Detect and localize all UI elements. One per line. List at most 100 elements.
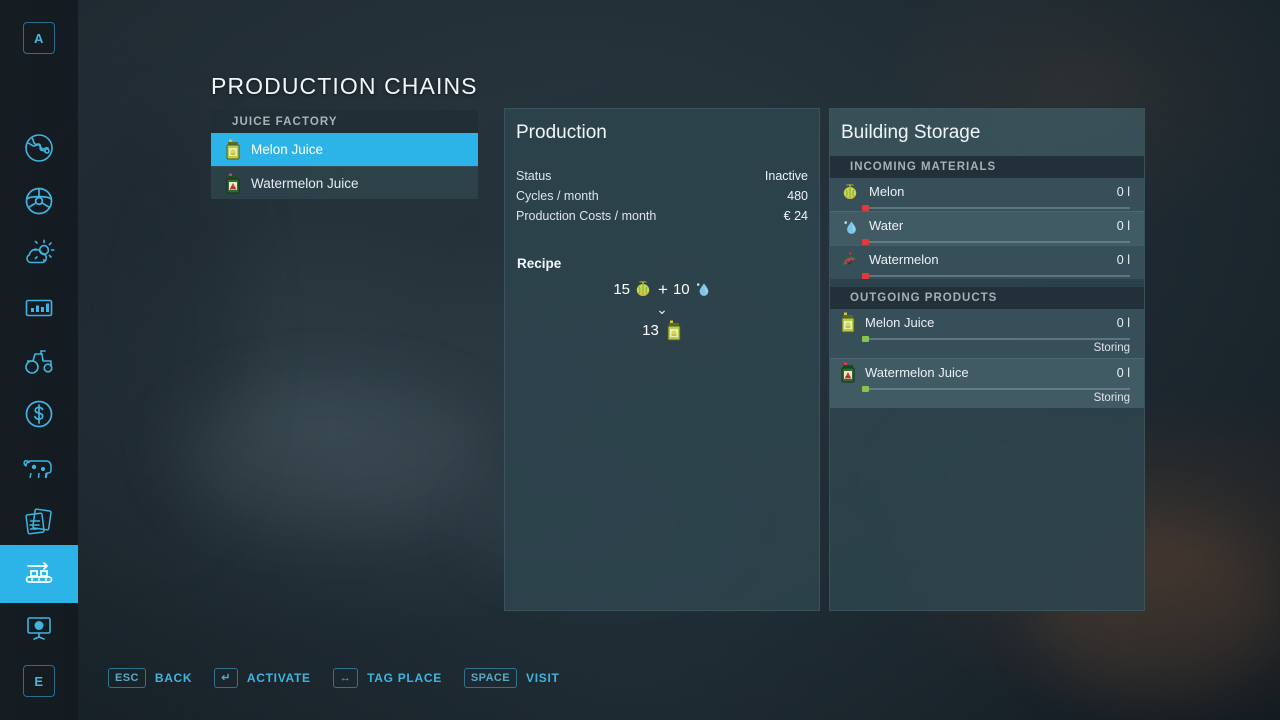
sidebar-item-vehicles[interactable] bbox=[0, 174, 78, 228]
space-key: SPACE bbox=[463, 668, 517, 688]
storage-item-name: Watermelon bbox=[869, 252, 939, 267]
presentation-screen-icon bbox=[20, 608, 58, 646]
sidebar-item-info[interactable] bbox=[0, 600, 78, 654]
production-stats-list: Status Inactive Cycles / month 480 Produ… bbox=[505, 166, 819, 226]
storage-item-water[interactable]: Water 0 l bbox=[830, 211, 1144, 245]
storage-fill-indicator bbox=[862, 386, 869, 392]
stat-label: Status bbox=[516, 169, 552, 183]
storage-item-name: Water bbox=[869, 218, 904, 233]
storage-fill-indicator bbox=[862, 239, 869, 245]
hint-activate[interactable]: ↵ ACTIVATE bbox=[214, 668, 310, 688]
production-conveyor-icon bbox=[20, 555, 58, 593]
hint-label: ACTIVATE bbox=[246, 671, 311, 685]
finances-dollar-icon bbox=[20, 395, 58, 433]
storage-item-amount: 0 l bbox=[1116, 218, 1130, 233]
storage-fill-bar bbox=[862, 239, 1130, 245]
recipe-inputs-line: 15 + 10 bbox=[505, 279, 819, 299]
storage-fill-indicator bbox=[862, 336, 869, 342]
stat-label: Cycles / month bbox=[516, 189, 599, 203]
storage-section-header-outgoing: OUTGOING PRODUCTS bbox=[830, 287, 1144, 309]
steering-wheel-icon bbox=[20, 182, 58, 220]
stat-row-cycles: Cycles / month 480 bbox=[505, 186, 819, 206]
stat-row-costs: Production Costs / month € 24 bbox=[505, 206, 819, 226]
production-chain-list: JUICE FACTORY Melon Juice Watermelon Jui… bbox=[211, 110, 478, 199]
storage-item-watermelon[interactable]: Watermelon 0 l bbox=[830, 245, 1144, 279]
building-storage-panel: Building Storage INCOMING MATERIALS Melo… bbox=[829, 108, 1145, 611]
water-drop-icon bbox=[840, 216, 860, 236]
recipe-arrow-icon: ⌄ bbox=[656, 301, 668, 317]
hint-tag-place[interactable]: ↔ TAG PLACE bbox=[332, 668, 442, 688]
sidebar-item-map[interactable] bbox=[0, 121, 78, 175]
globe-map-icon bbox=[20, 129, 58, 167]
chain-group-header: JUICE FACTORY bbox=[211, 110, 478, 133]
recipe-input-amount: 10 bbox=[672, 280, 690, 298]
sidebar-item-weather[interactable] bbox=[0, 227, 78, 281]
stat-label: Production Costs / month bbox=[516, 209, 657, 223]
storage-item-watermelon-juice[interactable]: Watermelon Juice 0 l Storing bbox=[830, 358, 1144, 408]
page-title: PRODUCTION CHAINS bbox=[211, 73, 478, 99]
storage-section-header-incoming: INCOMING MATERIALS bbox=[830, 156, 1144, 178]
chain-row-watermelon-juice[interactable]: Watermelon Juice bbox=[211, 166, 478, 199]
stat-row-status: Status Inactive bbox=[505, 166, 819, 186]
recipe-heading: Recipe bbox=[517, 256, 562, 271]
key-hint-a: A bbox=[23, 22, 55, 54]
storage-item-name: Melon Juice bbox=[865, 315, 935, 330]
melon-icon bbox=[633, 279, 653, 299]
storage-item-status: Storing bbox=[1093, 392, 1130, 404]
storage-item-name: Melon bbox=[869, 184, 905, 199]
storage-fill-track bbox=[862, 275, 1130, 277]
watermelon-juice-bottle-icon bbox=[225, 173, 241, 194]
storage-fill-track bbox=[862, 338, 1130, 340]
production-panel: Production Status Inactive Cycles / mont… bbox=[504, 108, 820, 611]
storage-item-amount: 0 l bbox=[1116, 252, 1130, 267]
enter-key: ↵ bbox=[214, 668, 238, 688]
storage-item-status: Storing bbox=[1093, 342, 1130, 354]
storage-fill-bar bbox=[862, 336, 1130, 342]
storage-panel-title: Building Storage bbox=[830, 109, 1144, 156]
storage-item-melon[interactable]: Melon 0 l bbox=[830, 178, 1144, 211]
production-panel-title: Production bbox=[516, 121, 607, 143]
melon-juice-bottle-icon bbox=[840, 312, 856, 333]
hint-label: TAG PLACE bbox=[367, 671, 442, 685]
hint-back[interactable]: ESC BACK bbox=[108, 668, 192, 688]
melon-juice-bottle-icon bbox=[666, 320, 682, 341]
recipe-body: 15 + 10 ⌄ 13 bbox=[505, 279, 819, 341]
recipe-input-amount: 15 bbox=[613, 280, 631, 298]
weather-sun-cloud-icon bbox=[20, 235, 58, 273]
sidebar-item-statistics[interactable] bbox=[0, 281, 78, 335]
storage-fill-track bbox=[862, 388, 1130, 390]
recipe-outputs-line: 13 bbox=[505, 320, 819, 341]
chain-row-label: Watermelon Juice bbox=[251, 175, 359, 191]
sidebar-item-production[interactable] bbox=[0, 545, 78, 603]
watermelon-icon bbox=[840, 250, 860, 270]
left-right-arrow-key: ↔ bbox=[332, 668, 359, 688]
chain-row-melon-juice[interactable]: Melon Juice bbox=[211, 133, 478, 166]
storage-item-name: Watermelon Juice bbox=[865, 365, 969, 380]
storage-item-amount: 0 l bbox=[1116, 184, 1130, 199]
storage-fill-bar bbox=[862, 273, 1130, 279]
sidebar-item-contracts[interactable] bbox=[0, 494, 78, 548]
storage-item-melon-juice[interactable]: Melon Juice 0 l Storing bbox=[830, 309, 1144, 358]
storage-fill-indicator bbox=[862, 273, 869, 279]
stat-value: Inactive bbox=[764, 169, 808, 183]
sidebar-item-animals[interactable] bbox=[0, 441, 78, 495]
water-drop-icon bbox=[693, 279, 711, 299]
hint-visit[interactable]: SPACE VISIT bbox=[463, 668, 560, 688]
storage-fill-indicator bbox=[862, 205, 869, 211]
contracts-papers-icon bbox=[20, 502, 58, 540]
left-icon-sidebar: A E bbox=[0, 0, 78, 720]
statistics-chart-icon bbox=[20, 289, 58, 327]
storage-item-amount: 0 l bbox=[1116, 315, 1130, 330]
melon-juice-bottle-icon bbox=[225, 139, 241, 160]
storage-fill-track bbox=[862, 241, 1130, 243]
sidebar-item-finances[interactable] bbox=[0, 387, 78, 441]
watermelon-juice-bottle-icon bbox=[840, 362, 856, 383]
storage-fill-track bbox=[862, 207, 1130, 209]
recipe-plus-sign: + bbox=[658, 279, 668, 299]
sidebar-item-vehicle-list[interactable] bbox=[0, 334, 78, 388]
key-hint-e: E bbox=[23, 665, 55, 697]
tractor-icon bbox=[20, 342, 58, 380]
hint-label: VISIT bbox=[526, 671, 560, 685]
hint-label: BACK bbox=[154, 671, 193, 685]
esc-key: ESC bbox=[108, 668, 146, 688]
